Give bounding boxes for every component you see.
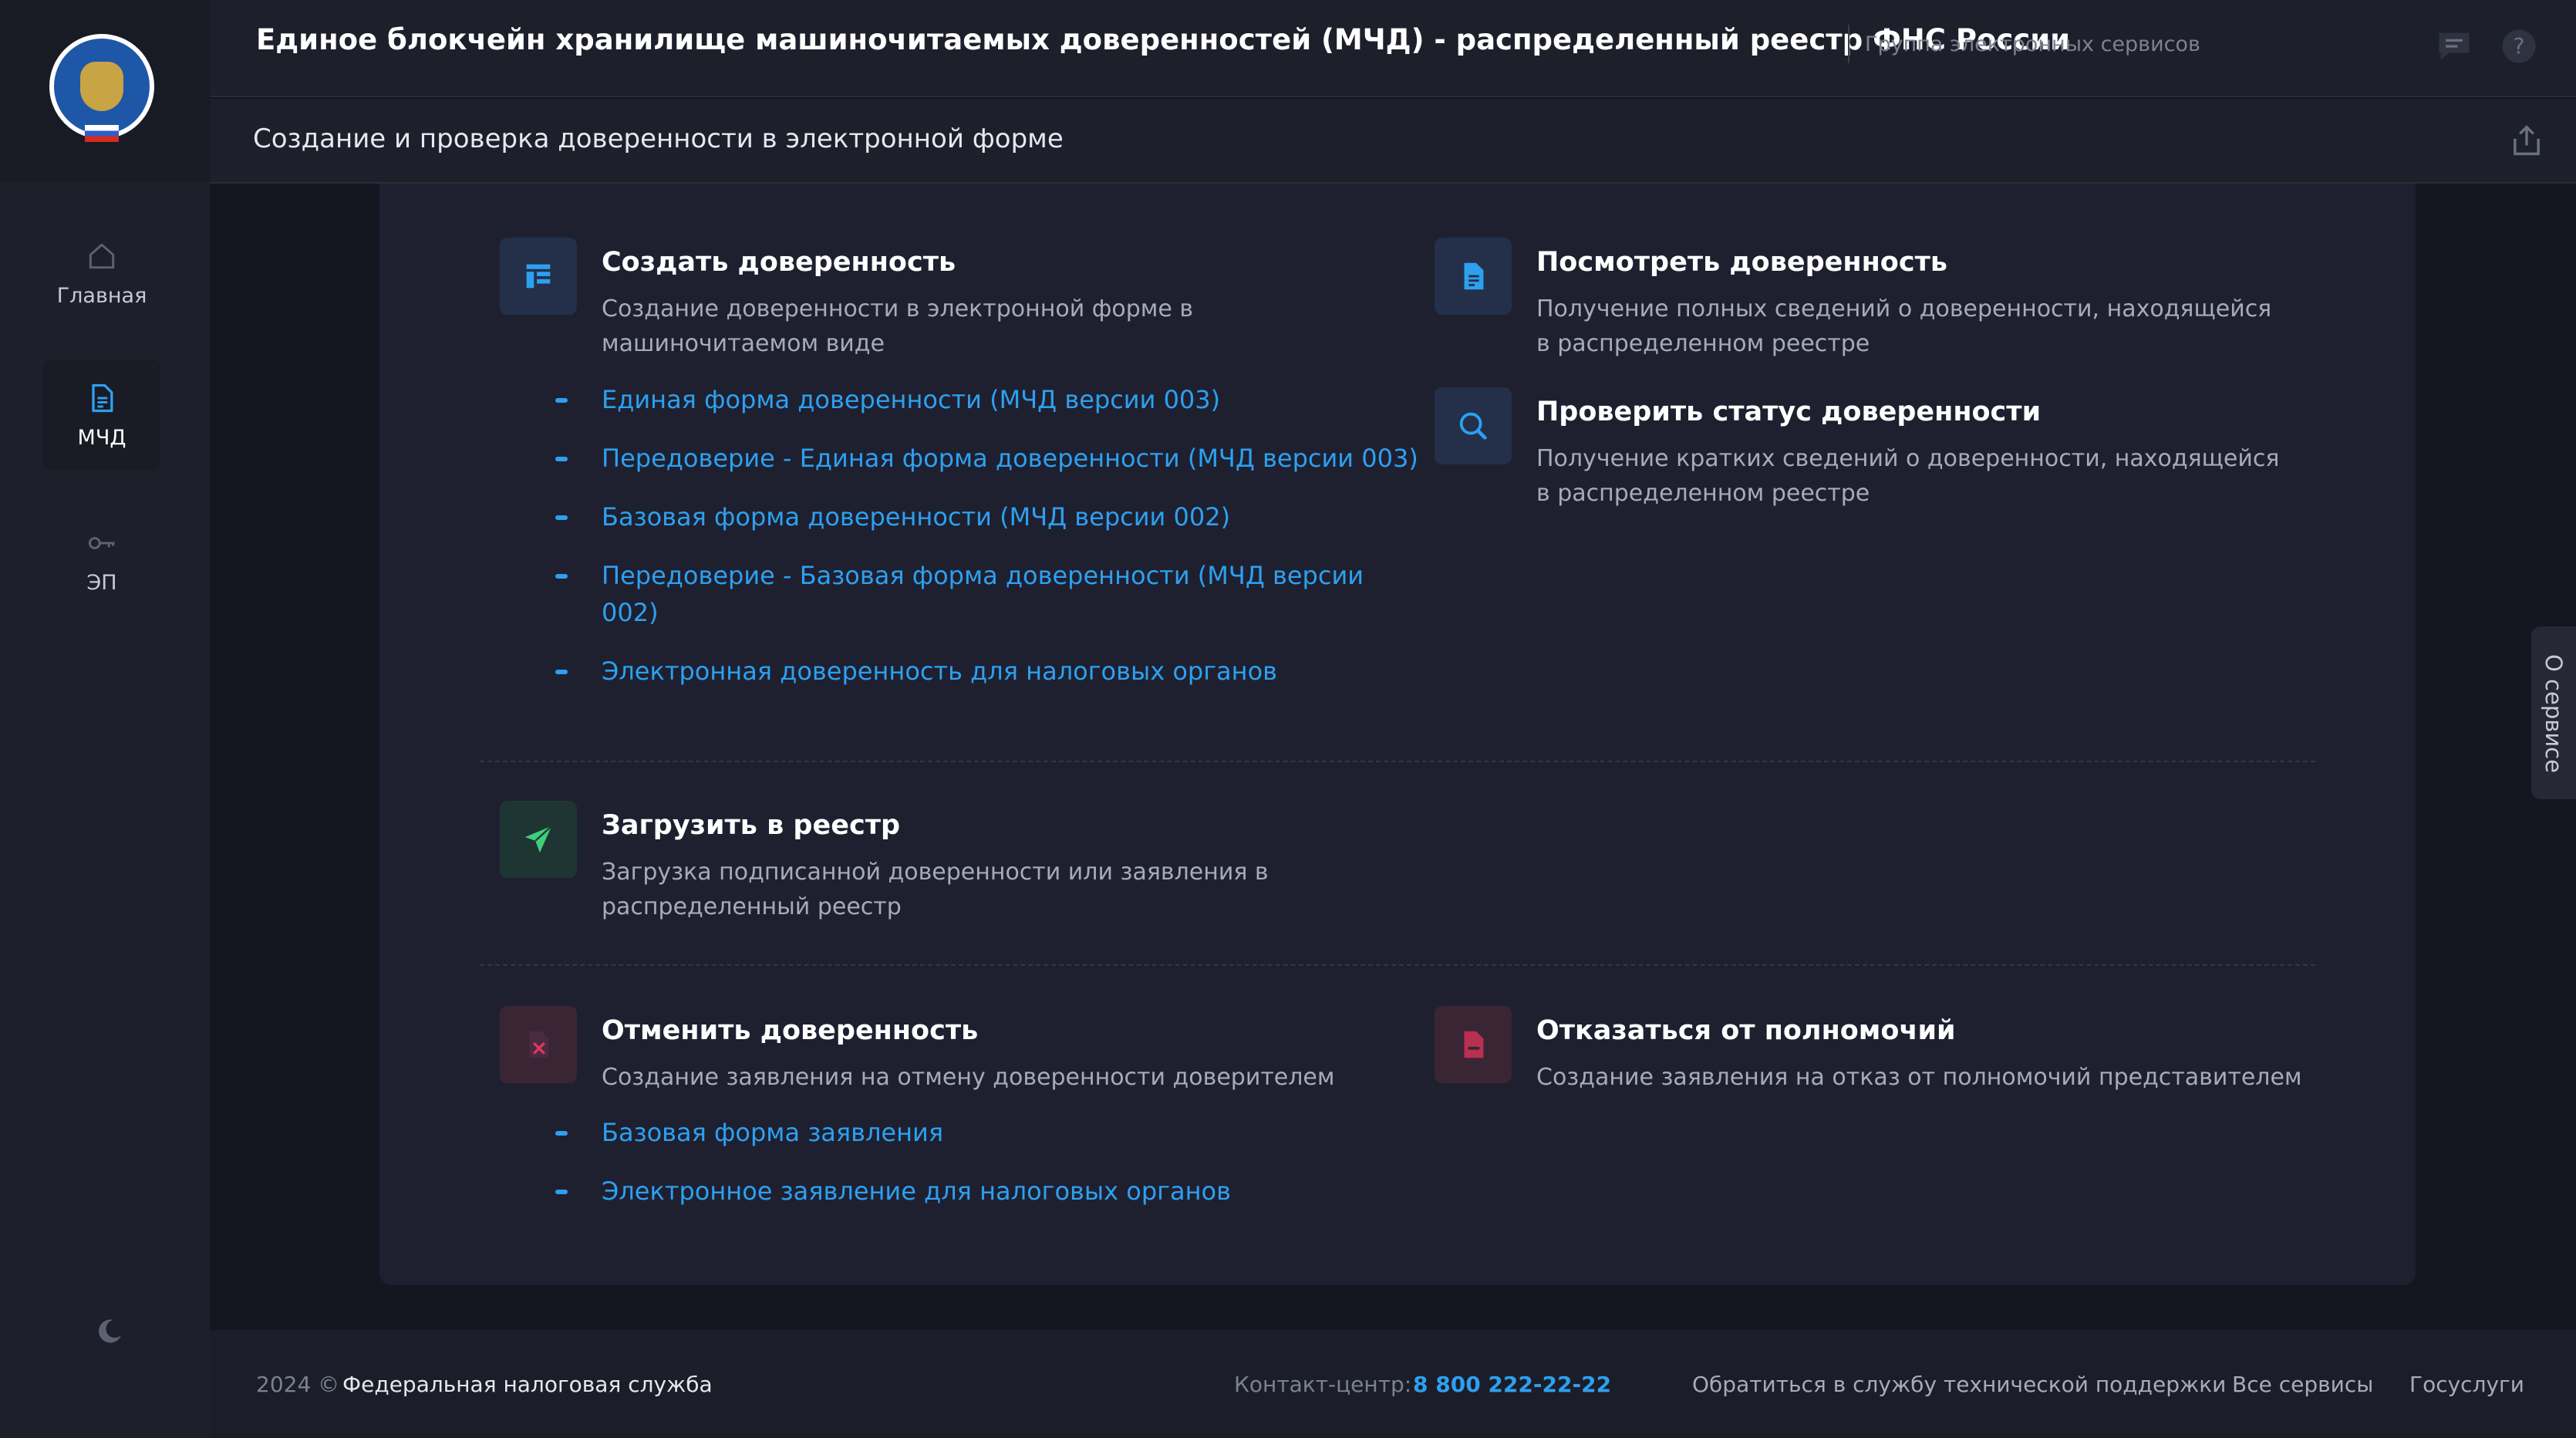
bullet-dash	[555, 398, 568, 403]
cancel-card-icon[interactable]	[500, 1006, 577, 1083]
card-refuse: Отказаться от полномочий Создание заявле…	[1435, 1006, 2321, 1099]
sidebar: Главная МЧД ЭП	[0, 0, 210, 1438]
card-cancel: Отменить доверенность Создание заявления…	[500, 1006, 1387, 1253]
link-text[interactable]: Электронная доверенность для налоговых о…	[602, 653, 1277, 690]
desc-line: машиночитаемом виде	[602, 330, 885, 357]
about-service-tab[interactable]: О сервисе	[2531, 626, 2576, 799]
section-divider	[480, 964, 2315, 966]
help-icon[interactable]: ?	[2499, 26, 2539, 66]
key-icon	[88, 536, 115, 549]
document-view-icon	[1464, 262, 1484, 290]
link-text[interactable]: Передоверие - Базовая форма доверенности…	[602, 557, 1364, 594]
fns-logo[interactable]	[49, 34, 154, 142]
desc-line: Загрузка подписанной доверенности или за…	[602, 859, 1269, 886]
upload-card-icon[interactable]	[500, 801, 577, 878]
send-icon	[524, 825, 553, 853]
sidebar-item-home[interactable]: Главная	[43, 218, 160, 329]
refuse-card-icon[interactable]	[1435, 1006, 1512, 1083]
check-card-title[interactable]: Проверить статус доверенности	[1536, 397, 2041, 427]
footer-support-link[interactable]: Обратиться в службу технической поддержк…	[1692, 1372, 2226, 1397]
footer-org: Федеральная налоговая служба	[342, 1372, 713, 1397]
check-card-icon[interactable]	[1435, 387, 1512, 464]
desc-line: в распределенном реестре	[1536, 330, 1870, 357]
home-icon	[89, 243, 115, 268]
form-icon	[526, 264, 551, 289]
document-minus-icon	[1464, 1031, 1484, 1058]
sidebar-item-label: ЭП	[86, 570, 117, 595]
page-subtitle: Создание и проверка доверенности в элект…	[253, 123, 1064, 154]
upload-card-desc: Загрузка подписанной доверенности или за…	[602, 855, 1269, 924]
link-text[interactable]: Единая форма доверенности (МЧД версии 00…	[602, 381, 1220, 418]
card-check-status: Проверить статус доверенности Получение …	[1435, 387, 2321, 511]
bullet-dash	[555, 457, 568, 461]
link-text[interactable]: 002)	[602, 594, 659, 631]
share-icon[interactable]	[2507, 120, 2547, 160]
sidebar-item-label: Главная	[56, 283, 147, 308]
footer-gosuslugi-link[interactable]: Госуслуги	[2409, 1372, 2524, 1397]
svg-text:?: ?	[2514, 34, 2525, 59]
view-card-title[interactable]: Посмотреть доверенность	[1536, 247, 1947, 278]
link-text[interactable]: Передоверие - Единая форма доверенности …	[602, 440, 1418, 477]
card-view: Посмотреть доверенность Получение полных…	[1435, 238, 2321, 361]
document-icon	[92, 383, 113, 412]
magnifier-icon	[1459, 412, 1487, 440]
desc-line: распределенный реестр	[602, 893, 902, 920]
check-card-desc: Получение кратких сведений о доверенност…	[1536, 441, 2279, 511]
bullet-dash	[555, 1131, 568, 1136]
desc-line: Создание заявления на отмену доверенност…	[602, 1064, 1335, 1091]
desc-line: Создание заявления на отказ от полномочи…	[1536, 1064, 2302, 1091]
cancel-card-title[interactable]: Отменить доверенность	[602, 1015, 978, 1046]
refuse-card-desc: Создание заявления на отказ от полномочи…	[1536, 1060, 2302, 1095]
bullet-dash	[555, 670, 568, 674]
link-text[interactable]: Электронное заявление для налоговых орга…	[602, 1173, 1231, 1210]
link-text[interactable]: Базовая форма заявления	[602, 1114, 943, 1151]
sidebar-item-ep[interactable]: ЭП	[43, 505, 160, 616]
footer-all-services-link[interactable]: Все сервисы	[2232, 1372, 2373, 1397]
create-card-title[interactable]: Создать доверенность	[602, 247, 956, 278]
sub-header: Создание и проверка доверенности в элект…	[210, 99, 2576, 184]
link-text[interactable]: Базовая форма доверенности (МЧД версии 0…	[602, 498, 1230, 535]
logo-area	[0, 0, 210, 182]
card-upload: Загрузить в реестр Загрузка подписанной …	[500, 801, 1387, 924]
desc-line: Создание доверенности в электронной форм…	[602, 295, 1194, 322]
footer-copyright: 2024 ©	[256, 1372, 340, 1397]
group-services-link[interactable]: Группа электронных сервисов	[1865, 32, 2200, 56]
upload-card-title[interactable]: Загрузить в реестр	[602, 810, 900, 841]
footer-contact-label: Контакт-центр:	[1234, 1372, 1412, 1397]
bullet-dash	[555, 1190, 568, 1194]
moon-icon[interactable]	[94, 1316, 125, 1347]
russian-flag-icon	[85, 125, 119, 142]
refuse-card-title[interactable]: Отказаться от полномочий	[1536, 1015, 1956, 1046]
create-card-desc: Создание доверенности в электронной форм…	[602, 292, 1193, 361]
card-create: Создать доверенность Создание довереннос…	[500, 238, 1418, 731]
section-divider	[480, 761, 2315, 762]
bullet-dash	[555, 515, 568, 520]
bullet-dash	[555, 574, 568, 579]
top-header: Единое блокчейн хранилище машиночитаемых…	[210, 0, 2576, 97]
desc-line: Получение кратких сведений о доверенност…	[1536, 445, 2280, 472]
eagle-emblem-icon	[80, 62, 123, 111]
sidebar-item-mchd[interactable]: МЧД	[43, 360, 160, 471]
main-panel: Создать доверенность Создание довереннос…	[379, 184, 2416, 1285]
view-card-icon[interactable]	[1435, 238, 1512, 315]
view-card-desc: Получение полных сведений о доверенности…	[1536, 292, 2271, 361]
about-service-label: О сервисе	[2541, 654, 2567, 773]
desc-line: Получение полных сведений о доверенности…	[1536, 295, 2272, 322]
page-title: Единое блокчейн хранилище машиночитаемых…	[256, 23, 2071, 56]
footer: 2024 © Федеральная налоговая служба Конт…	[210, 1330, 2576, 1438]
cancel-card-desc: Создание заявления на отмену доверенност…	[602, 1060, 1335, 1095]
desc-line: в распределенном реестре	[1536, 480, 1870, 507]
chat-icon[interactable]	[2434, 26, 2474, 66]
create-card-icon[interactable]	[500, 238, 577, 315]
header-divider	[1848, 25, 1849, 63]
sidebar-item-label: МЧД	[77, 425, 126, 450]
footer-phone-link[interactable]: 8 800 222-22-22	[1413, 1372, 1611, 1397]
document-cancel-icon	[529, 1031, 549, 1058]
